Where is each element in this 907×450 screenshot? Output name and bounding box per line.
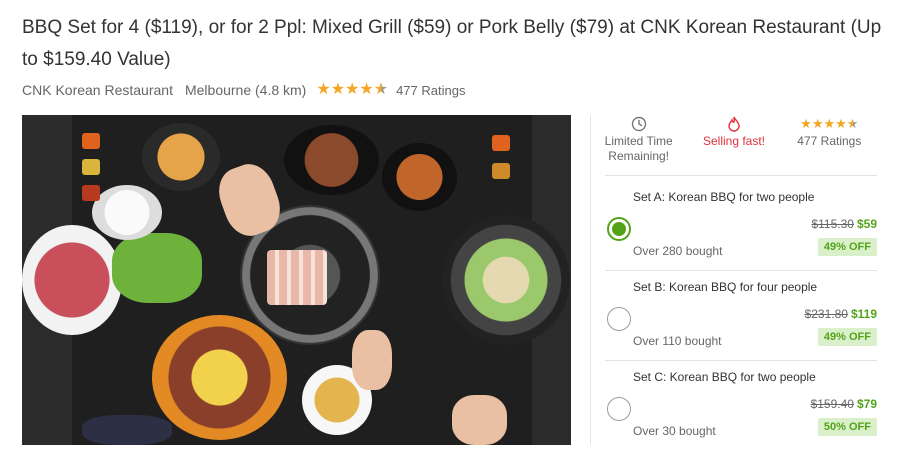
original-price: $115.30 [811, 217, 854, 231]
deal-option[interactable]: Set B: Korean BBQ for four people Over 1… [605, 271, 877, 361]
deal-option[interactable]: Set C: Korean BBQ for two people Over 30… [605, 361, 877, 450]
bought-count: Over 30 bought [633, 424, 716, 438]
star-icon: ★ [835, 116, 847, 131]
option-title: Set B: Korean BBQ for four people [633, 280, 818, 294]
limited-time-label: Limited Time Remaining! [604, 134, 673, 163]
options-panel: Limited Time Remaining! Selling fast! ★ ★… [590, 115, 890, 445]
bought-count: Over 280 bought [633, 244, 723, 258]
selling-fast-label: Selling fast! [702, 134, 766, 148]
star-icon: ★ [330, 81, 346, 98]
location-text: Melbourne (4.8 km) [184, 82, 307, 98]
half-star-icon: ★ [373, 81, 389, 98]
option-radio[interactable] [607, 397, 631, 421]
deal-meta: CNK Korean Restaurant Melbourne (4.8 km)… [22, 80, 465, 100]
selling-fast: Selling fast! [686, 115, 781, 173]
deal-info-bar: Limited Time Remaining! Selling fast! ★ ★… [591, 115, 877, 173]
rating-stars: ★ ★ ★ ★ ★ [800, 115, 858, 133]
ratings-count: 477 Ratings [797, 134, 862, 148]
star-icon: ★ [823, 116, 836, 131]
ratings-summary[interactable]: ★ ★ ★ ★ ★ 477 Ratings [782, 115, 877, 173]
option-prices: $159.40 $79 [811, 397, 877, 411]
star-icon: ★ [316, 81, 331, 98]
deal-price: $119 [850, 307, 877, 321]
flame-icon [727, 115, 741, 133]
deal-price: $79 [856, 397, 877, 411]
merchant-link[interactable]: CNK Korean Restaurant [22, 82, 173, 98]
ratings-link[interactable]: 477 Ratings [396, 83, 465, 98]
option-prices: $231.80 $119 [805, 307, 877, 321]
divider [605, 175, 877, 176]
option-radio[interactable] [607, 307, 631, 331]
discount-badge: 49% OFF [817, 238, 877, 256]
original-price: $231.80 [804, 307, 848, 321]
discount-badge: 50% OFF [817, 418, 877, 436]
original-price: $159.40 [810, 397, 854, 411]
discount-badge: 49% OFF [817, 328, 877, 346]
star-icon: ★ [811, 116, 824, 131]
deal-title: BBQ Set for 4 ($119), or for 2 Ppl: Mixe… [22, 17, 882, 70]
star-icon: ★ [345, 81, 360, 98]
deal-price: $59 [856, 217, 877, 231]
clock-icon [631, 115, 647, 133]
option-radio[interactable] [607, 217, 631, 241]
limited-time: Limited Time Remaining! [591, 115, 686, 173]
deal-photo[interactable] [22, 115, 571, 445]
star-icon: ★ [800, 116, 812, 131]
option-title: Set A: Korean BBQ for two people [633, 190, 815, 204]
rating-stars: ★ ★ ★ ★ ★ [316, 82, 388, 98]
deal-option[interactable]: Set A: Korean BBQ for two people Over 28… [605, 181, 877, 271]
star-icon: ★ [359, 81, 374, 98]
bought-count: Over 110 bought [633, 334, 722, 348]
half-star-icon: ★ [846, 116, 859, 131]
option-prices: $115.30 $59 [811, 217, 877, 231]
option-title: Set C: Korean BBQ for two people [633, 370, 816, 384]
